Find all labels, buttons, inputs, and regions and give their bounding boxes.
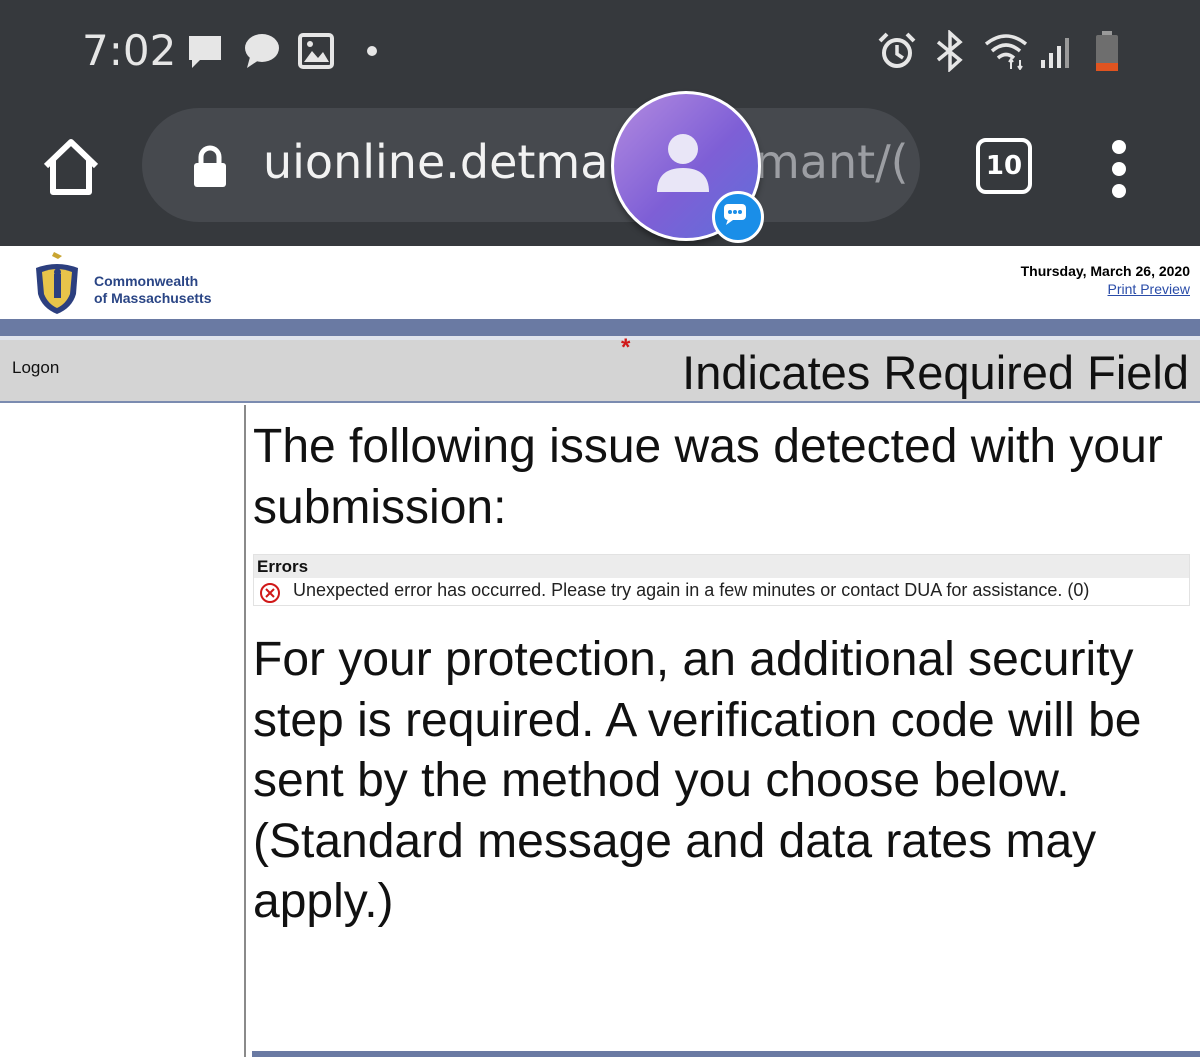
brand-line-2: of Massachusetts [94,290,212,306]
errors-title: Errors [254,555,1189,578]
navigation-bar: Logon * Indicates Required Field [0,334,1200,403]
image-icon [298,33,334,69]
chat-bubble-icon [724,204,746,225]
chat-badge[interactable] [712,191,764,243]
brand-name[interactable]: Commonwealth of Massachusetts [94,273,211,307]
alarm-icon [878,32,916,68]
error-icon [260,583,280,603]
browser-toolbar: uionline.detma.o mant/( 10 [0,105,1200,246]
message-icon [189,36,221,68]
tab-switcher-button[interactable]: 10 [976,138,1032,194]
protection-text: For your protection, an additional secur… [253,633,1142,807]
lock-icon [194,145,226,187]
rates-note: (Standard message and data rates may app… [253,814,1097,929]
error-message: Unexpected error has occurred. Please tr… [293,580,1090,600]
web-page: Commonwealth of Massachusetts Thursday, … [0,246,1200,1057]
print-preview-link[interactable]: Print Preview [1108,281,1190,297]
content-bottom-divider [252,1051,1200,1057]
current-date: Thursday, March 26, 2020 [1020,263,1190,279]
brand-line-1: Commonwealth [94,273,199,289]
header-divider [0,319,1200,336]
errors-panel: Errors Unexpected error has occurred. Pl… [253,554,1190,606]
logon-breadcrumb: Logon [12,358,60,377]
required-asterisk: * [621,334,631,361]
overflow-menu-icon[interactable] [1104,138,1134,198]
chat-icon [245,34,279,68]
bluetooth-icon [936,30,963,72]
url-text: uionline.detma.o [263,135,652,189]
signal-icon [1041,38,1069,68]
dot-icon [367,46,377,56]
url-text-tail: mant/( [755,135,909,189]
home-icon[interactable] [40,136,102,198]
issue-heading: The following issue was detected with yo… [253,420,1163,534]
required-field-note: Indicates Required Field [682,346,1189,399]
battery-icon [1096,31,1118,71]
massachusetts-seal-logo [36,252,78,314]
left-column-divider [244,405,246,1057]
status-bar: 7:02 [0,0,1200,105]
wifi-icon [984,34,1028,70]
address-bar[interactable]: uionline.detma.o mant/( [142,108,920,222]
clock: 7:02 [82,26,177,75]
security-notice: For your protection, an additional secur… [253,630,1193,933]
